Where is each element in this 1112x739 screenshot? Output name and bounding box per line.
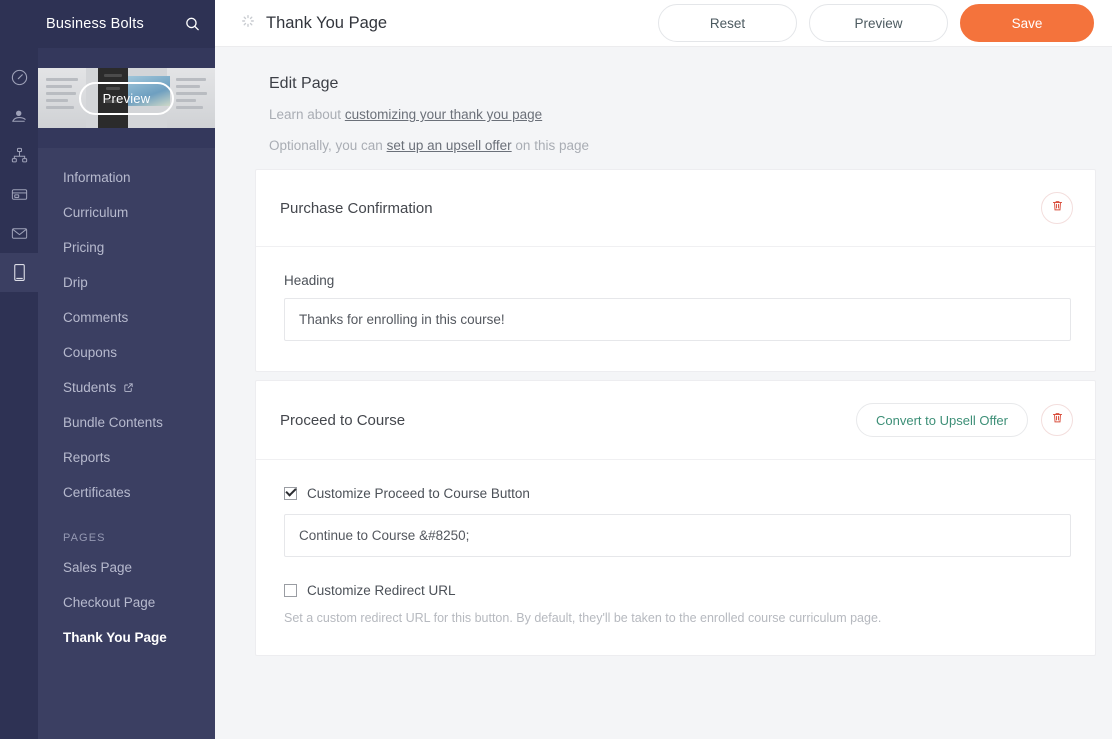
upsell-offer-line: Optionally, you can set up an upsell off… (269, 138, 1096, 153)
preview-button[interactable]: Preview (809, 4, 948, 42)
customize-redirect-url-label: Customize Redirect URL (307, 583, 456, 598)
wallet-card-icon (10, 185, 29, 204)
edit-page-header: Edit Page Learn about customizing your t… (255, 75, 1096, 153)
delete-proceed-to-course-button[interactable] (1041, 404, 1073, 436)
proceed-button-text-input[interactable] (284, 514, 1071, 557)
upsell-prefix: Optionally, you can (269, 138, 387, 153)
main-area: Thank You Page Reset Preview Save Edit P… (215, 0, 1112, 739)
brand-title: Business Bolts (46, 16, 144, 32)
customize-redirect-check-row: Customize Redirect URL (284, 583, 1071, 598)
purchase-confirmation-card-body: Heading (256, 247, 1095, 371)
course-preview-thumbnail[interactable]: Preview (38, 48, 215, 148)
sidebar-item-label: Information (63, 168, 131, 187)
proceed-to-course-card-header: Proceed to Course Convert to Upsell Offe… (256, 381, 1095, 460)
sidebar-item-label: Coupons (63, 343, 117, 362)
top-bar-actions: Reset Preview Save (658, 4, 1094, 42)
content-area: Edit Page Learn about customizing your t… (215, 47, 1112, 656)
sidebar-item-certificates[interactable]: Certificates (38, 475, 215, 510)
sidebar-item-reports[interactable]: Reports (38, 440, 215, 475)
proceed-to-course-card: Proceed to Course Convert to Upsell Offe… (255, 380, 1096, 656)
sidebar-item-coupons[interactable]: Coupons (38, 335, 215, 370)
rail-item-courses[interactable] (0, 253, 38, 292)
customizing-thank-you-page-link[interactable]: customizing your thank you page (345, 107, 542, 122)
thumb-text-lines-left (46, 78, 78, 113)
sidebar-item-label: Comments (63, 308, 128, 327)
sidebar-item-label: Pricing (63, 238, 104, 257)
purchase-confirmation-card: Purchase Confirmation (255, 169, 1096, 372)
rail-item-mail[interactable] (0, 214, 38, 253)
sidebar-section-pages: PAGES (38, 510, 215, 550)
trash-icon (1051, 199, 1064, 217)
rail-item-users[interactable] (0, 97, 38, 136)
sidebar-item-label: Students (63, 378, 116, 397)
sidebar-nav: Information Curriculum Pricing Drip Comm… (38, 148, 215, 655)
sidebar-item-pricing[interactable]: Pricing (38, 230, 215, 265)
redirect-url-help-text: Set a custom redirect URL for this butto… (284, 611, 1071, 625)
external-link-icon (123, 382, 134, 393)
book-course-icon (10, 262, 29, 283)
sidebar-item-label: Curriculum (63, 203, 128, 222)
learn-about-line: Learn about customizing your thank you p… (269, 107, 1096, 122)
app-root: Business Bolts Previe (0, 0, 1112, 739)
purchase-confirmation-title: Purchase Confirmation (280, 200, 433, 217)
customize-button-check-row: Customize Proceed to Course Button (284, 486, 1071, 501)
heading-input[interactable] (284, 298, 1071, 341)
customize-redirect-url-checkbox[interactable] (284, 584, 297, 597)
page-title: Thank You Page (266, 14, 387, 33)
sidebar-item-label: Sales Page (63, 558, 132, 577)
preview-overlay-button[interactable]: Preview (79, 82, 175, 115)
top-bar: Thank You Page Reset Preview Save (215, 0, 1112, 47)
learn-about-prefix: Learn about (269, 107, 345, 122)
sidebar-item-checkout-page[interactable]: Checkout Page (38, 585, 215, 620)
sitemap-hierarchy-icon (10, 146, 29, 165)
reset-button[interactable]: Reset (658, 4, 797, 42)
sidebar-item-curriculum[interactable]: Curriculum (38, 195, 215, 230)
brand-header: Business Bolts (38, 0, 215, 48)
user-person-icon (10, 107, 29, 126)
page-title-group: Thank You Page (241, 14, 387, 33)
customize-proceed-button-checkbox[interactable] (284, 487, 297, 500)
purchase-confirmation-actions (1041, 192, 1073, 224)
sidebar: Business Bolts Previe (38, 0, 215, 739)
delete-purchase-confirmation-button[interactable] (1041, 192, 1073, 224)
icon-rail (0, 0, 38, 739)
set-up-upsell-offer-link[interactable]: set up an upsell offer (387, 138, 512, 153)
sidebar-item-label: Reports (63, 448, 110, 467)
purchase-confirmation-card-header: Purchase Confirmation (256, 170, 1095, 247)
edit-page-heading: Edit Page (269, 75, 1096, 93)
trash-icon (1051, 411, 1064, 429)
customize-proceed-button-label: Customize Proceed to Course Button (307, 486, 530, 501)
convert-to-upsell-offer-button[interactable]: Convert to Upsell Offer (856, 403, 1028, 437)
sidebar-item-sales-page[interactable]: Sales Page (38, 550, 215, 585)
sidebar-item-label: Checkout Page (63, 593, 155, 612)
save-button[interactable]: Save (960, 4, 1094, 42)
sidebar-item-label: Certificates (63, 483, 131, 502)
proceed-to-course-title: Proceed to Course (280, 412, 405, 429)
thumb-text-lines-right (176, 78, 207, 113)
heading-field-label: Heading (284, 273, 1071, 288)
search-icon[interactable] (184, 16, 201, 33)
sidebar-item-drip[interactable]: Drip (38, 265, 215, 300)
rail-item-sitemap[interactable] (0, 136, 38, 175)
dashboard-speedometer-icon (10, 68, 29, 87)
spinner-gear-icon (241, 14, 255, 33)
sidebar-item-label: Bundle Contents (63, 413, 163, 432)
rail-item-dashboard[interactable] (0, 58, 38, 97)
upsell-suffix: on this page (512, 138, 589, 153)
sidebar-item-thank-you-page[interactable]: Thank You Page (38, 620, 215, 655)
proceed-to-course-card-body: Customize Proceed to Course Button Custo… (256, 460, 1095, 655)
sidebar-item-label: Thank You Page (63, 628, 167, 647)
sidebar-item-bundle-contents[interactable]: Bundle Contents (38, 405, 215, 440)
sidebar-item-comments[interactable]: Comments (38, 300, 215, 335)
sidebar-item-label: Drip (63, 273, 88, 292)
envelope-mail-icon (10, 224, 29, 243)
rail-icon-list (0, 48, 38, 292)
sidebar-item-information[interactable]: Information (38, 160, 215, 195)
rail-item-payments[interactable] (0, 175, 38, 214)
rail-brand-spacer (0, 0, 38, 48)
proceed-to-course-actions: Convert to Upsell Offer (856, 403, 1073, 437)
sidebar-item-students[interactable]: Students (38, 370, 215, 405)
